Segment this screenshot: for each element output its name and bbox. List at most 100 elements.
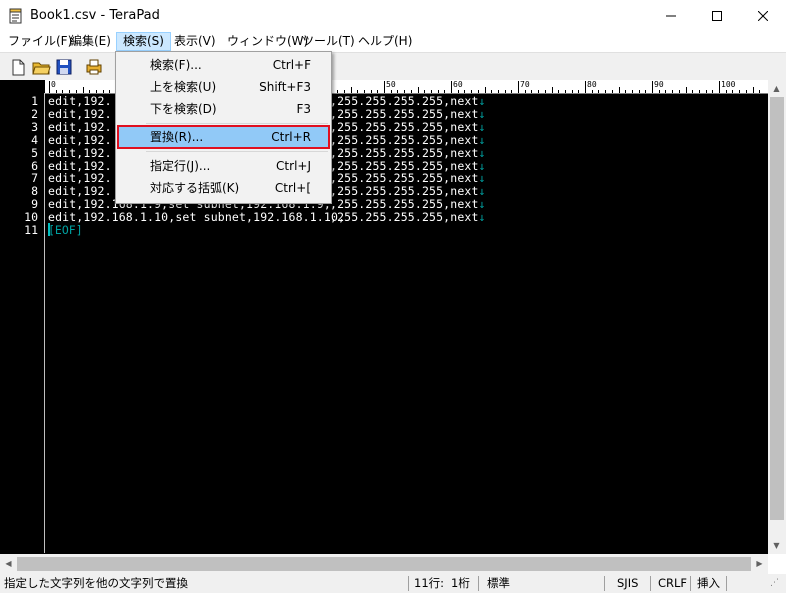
menu-view[interactable]: 表示(V) xyxy=(168,32,222,51)
status-column: 1桁 xyxy=(451,576,470,590)
text-line-visible-tail[interactable]: ,255.255.255.255,next↓ xyxy=(330,211,486,224)
line-right-text: ,255.255.255.255,next xyxy=(330,119,479,134)
ruler-label: 50 xyxy=(386,80,396,89)
status-insert-mode: 挿入 xyxy=(697,576,720,590)
ruler-tick xyxy=(685,87,687,93)
ruler-tick xyxy=(652,81,653,93)
ruler-tick xyxy=(451,81,452,93)
ruler-tick xyxy=(605,90,607,93)
line-right-text: ,255.255.255.255,next xyxy=(330,171,479,186)
horizontal-scroll-thumb[interactable] xyxy=(17,557,751,571)
eol-mark: ↓ xyxy=(478,145,486,160)
ruler-tick xyxy=(497,90,499,93)
scroll-up-icon[interactable]: ▲ xyxy=(768,80,785,97)
new-file-icon[interactable] xyxy=(8,57,28,77)
menu-item-find[interactable]: 検索(F)... Ctrl+F xyxy=(118,54,329,76)
maximize-button[interactable] xyxy=(694,0,740,32)
ruler-tick xyxy=(551,87,553,93)
menu-item-match-bracket[interactable]: 対応する括弧(K) Ctrl+[ xyxy=(118,177,329,199)
resize-grip-icon[interactable]: ⋰ xyxy=(770,574,779,593)
ruler-tick xyxy=(464,90,466,93)
ruler-tick xyxy=(759,90,761,93)
ruler-tick xyxy=(719,81,720,93)
ruler-tick xyxy=(678,90,680,93)
line-left-text: edit,192. xyxy=(48,184,112,199)
ruler-tick xyxy=(417,87,419,93)
line-right-text: ,255.255.255.255,next xyxy=(330,210,479,225)
menu-edit[interactable]: 編集(E) xyxy=(64,32,117,51)
scroll-right-icon[interactable]: ▶ xyxy=(751,555,768,572)
menu-separator xyxy=(146,123,328,124)
title-bar: Book1.csv - TeraPad xyxy=(0,0,786,32)
search-menu-dropdown: 検索(F)... Ctrl+F 上を検索(U) Shift+F3 下を検索(D)… xyxy=(115,51,332,204)
menu-item-find-down[interactable]: 下を検索(D) F3 xyxy=(118,98,329,120)
ruler-tick xyxy=(384,81,385,93)
ruler-tick xyxy=(457,90,459,93)
ruler-tick xyxy=(343,90,345,93)
print-icon[interactable] xyxy=(84,57,104,77)
line-left-text: edit,192. xyxy=(48,106,112,121)
ruler-tick xyxy=(424,90,426,93)
vertical-scroll-thumb[interactable] xyxy=(770,97,784,520)
ruler-tick xyxy=(692,90,694,93)
eol-mark: ↓ xyxy=(478,158,486,173)
menu-tools[interactable]: ツール(T) xyxy=(296,32,361,51)
ruler-tick xyxy=(739,90,741,93)
ruler-tick xyxy=(524,90,526,93)
terapad-app-icon[interactable] xyxy=(9,8,23,24)
line-left-text: edit,192. xyxy=(48,132,112,147)
ruler-tick xyxy=(578,90,580,93)
menu-item-replace[interactable]: 置換(R)... Ctrl+R xyxy=(117,125,330,149)
ruler-tick xyxy=(444,90,446,93)
line-right-text: ,255.255.255.255,next xyxy=(330,106,479,121)
eol-mark: ↓ xyxy=(478,119,486,134)
line-number: 3 xyxy=(31,119,38,134)
open-folder-icon[interactable] xyxy=(31,57,51,77)
horizontal-scrollbar[interactable]: ◀ ▶ xyxy=(0,554,768,574)
line-right-text: ,255.255.255.255,next xyxy=(330,197,479,212)
ruler-tick xyxy=(518,81,519,93)
ruler-tick xyxy=(745,90,747,93)
close-icon xyxy=(757,10,769,22)
ruler-label: 60 xyxy=(453,80,463,89)
ruler-tick xyxy=(585,81,586,93)
ruler-label: 0 xyxy=(51,80,56,89)
eof-marker: [EOF] xyxy=(48,223,83,237)
text-line[interactable]: edit,192.168.1.10,set subnet,192.168.1.1… xyxy=(48,211,345,224)
ruler-tick xyxy=(55,90,57,93)
eol-mark: ↓ xyxy=(478,94,486,108)
line-number: 5 xyxy=(31,145,38,160)
ruler-label: 100 xyxy=(721,80,736,89)
ruler-tick xyxy=(571,90,573,93)
close-button[interactable] xyxy=(740,0,786,32)
ruler-tick xyxy=(591,90,593,93)
status-newline: CRLF xyxy=(658,576,688,590)
ruler-tick xyxy=(538,90,540,93)
status-separator xyxy=(650,576,651,591)
ruler-tick xyxy=(437,90,439,93)
ruler-tick xyxy=(598,90,600,93)
ruler-tick xyxy=(404,90,406,93)
eol-mark: ↓ xyxy=(478,210,486,225)
menu-item-goto-line[interactable]: 指定行(J)... Ctrl+J xyxy=(118,155,329,177)
status-separator xyxy=(604,576,605,591)
line-number: 4 xyxy=(31,132,38,147)
ruler-tick xyxy=(430,90,432,93)
menu-help[interactable]: ヘルプ(H) xyxy=(352,32,418,51)
eol-mark: ↓ xyxy=(478,184,486,199)
save-icon[interactable] xyxy=(54,57,74,77)
ruler-tick xyxy=(49,81,50,93)
scroll-left-icon[interactable]: ◀ xyxy=(0,555,17,572)
vertical-scrollbar[interactable]: ▲ ▼ xyxy=(768,80,786,554)
line-right-text: ,255.255.255.255,next xyxy=(330,132,479,147)
menu-search[interactable]: 検索(S) xyxy=(116,32,171,51)
ruler-tick xyxy=(95,90,97,93)
scroll-down-icon[interactable]: ▼ xyxy=(768,537,785,554)
ruler-tick xyxy=(712,90,714,93)
minimize-button[interactable] xyxy=(648,0,694,32)
menu-item-find-up[interactable]: 上を検索(U) Shift+F3 xyxy=(118,76,329,98)
menu-bar: ファイル(F) 編集(E) 検索(S) 表示(V) ウィンドウ(W) ツール(T… xyxy=(0,32,786,51)
line-right-text: ,255.255.255.255,next xyxy=(330,94,479,108)
status-mode: 標準 xyxy=(487,576,510,590)
ruler-tick xyxy=(698,90,700,93)
